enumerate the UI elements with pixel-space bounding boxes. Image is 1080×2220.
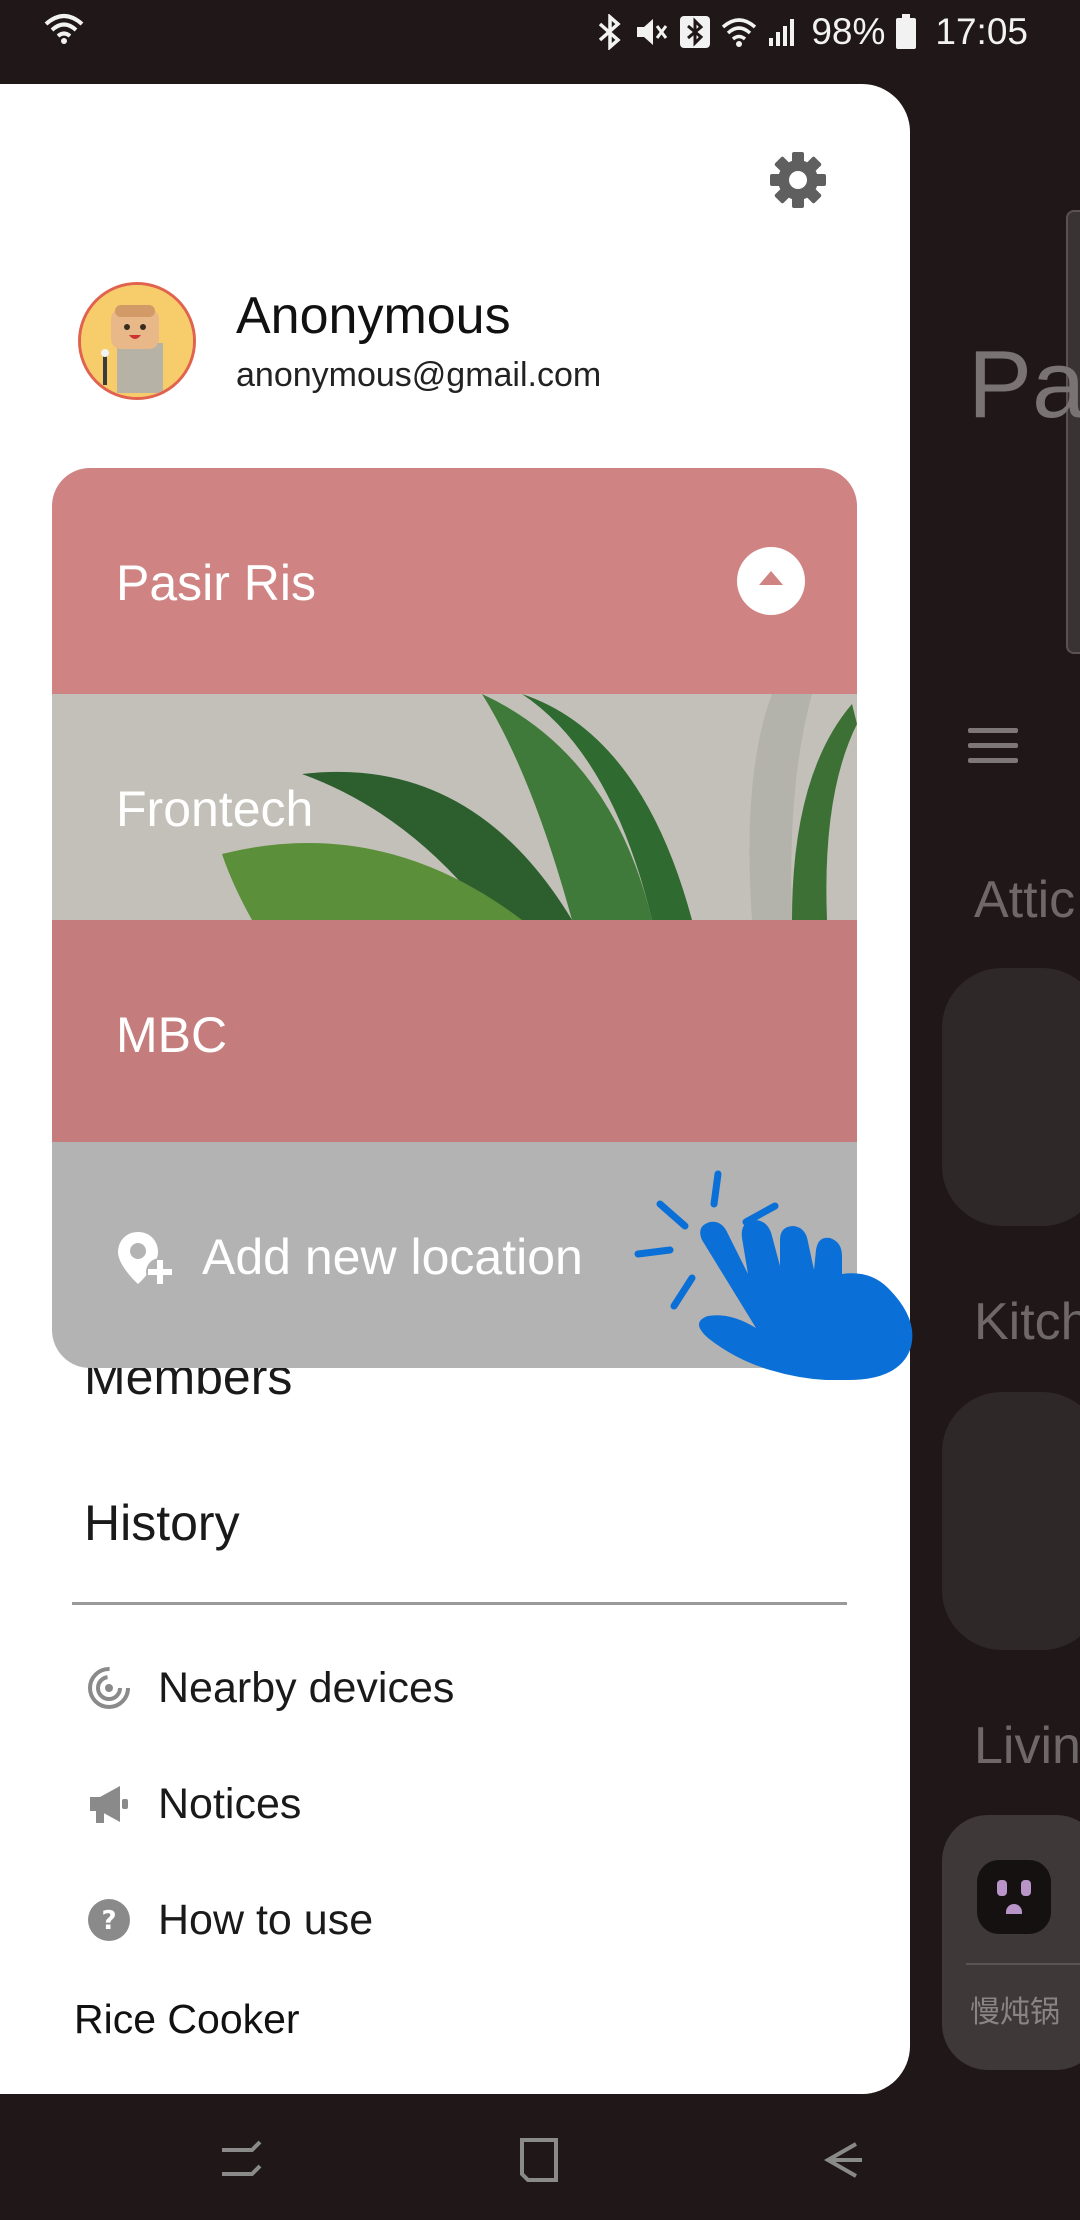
user-email: anonymous@gmail.com (236, 356, 602, 394)
wifi-signal-icon (722, 18, 757, 47)
battery-icon (896, 14, 917, 49)
background-section-kitchen: Kitch (974, 1293, 1080, 1351)
add-location-icon (118, 1232, 174, 1286)
toast-character-icon (81, 285, 193, 397)
rice-cooker-label[interactable]: Rice Cooker (74, 1996, 300, 2043)
add-new-location-label: Add new location (202, 1229, 583, 1285)
home-icon[interactable] (510, 2130, 570, 2190)
avatar[interactable] (78, 282, 196, 400)
megaphone-icon (90, 1786, 128, 1823)
navigation-bar (0, 2094, 1080, 2220)
mute-icon (637, 19, 668, 45)
menu-item-notices[interactable]: Notices (86, 1774, 301, 1834)
collapse-button[interactable] (737, 547, 805, 615)
help-icon: ? (88, 1899, 130, 1941)
plug-icon (977, 1860, 1051, 1934)
background-room-card[interactable] (942, 968, 1080, 1226)
background-section-living: Livin (974, 1717, 1080, 1775)
menu-item-nearby-devices[interactable]: Nearby devices (86, 1658, 454, 1718)
background-device-card[interactable]: 慢炖锅 (942, 1815, 1080, 2070)
background-room-card[interactable] (942, 1392, 1080, 1650)
menu-item-history[interactable]: History (84, 1494, 240, 1552)
location-item-frontech[interactable]: Frontech (52, 694, 857, 920)
background-menu-icon[interactable] (968, 728, 1018, 773)
clock: 17:05 (935, 11, 1028, 52)
location-current-label: Pasir Ris (116, 555, 317, 611)
recent-apps-icon[interactable] (210, 2130, 270, 2190)
bluetooth-box-icon (680, 16, 711, 48)
background-device-name: 慢炖锅 (970, 1996, 1060, 2029)
cell-signal-icon (769, 19, 795, 46)
location-label-mbc: MBC (116, 1007, 228, 1063)
menu-divider (72, 1602, 847, 1605)
battery-percent: 98% (811, 11, 886, 52)
location-current[interactable]: Pasir Ris (52, 468, 857, 694)
how-to-use-label: How to use (158, 1895, 374, 1944)
background-section-attic: Attic (974, 871, 1076, 929)
navigation-drawer: Anonymous anonymous@gmail.com Members Hi… (0, 84, 910, 2094)
menu-item-how-to-use[interactable]: ? How to use (86, 1890, 373, 1950)
svg-text:?: ? (101, 1906, 116, 1936)
back-icon[interactable] (812, 2130, 872, 2190)
gear-icon[interactable] (764, 146, 832, 214)
status-bar: 98% 17:05 (0, 0, 1080, 64)
card-divider (966, 1963, 1080, 1965)
location-item-mbc[interactable]: MBC (52, 920, 857, 1146)
background-title: Pa (968, 331, 1080, 438)
user-name: Anonymous (236, 287, 511, 345)
location-label-frontech: Frontech (116, 781, 314, 837)
nearby-devices-label: Nearby devices (158, 1663, 455, 1712)
nearby-devices-icon (88, 1667, 130, 1709)
bluetooth-icon (599, 14, 621, 50)
wifi-icon (44, 14, 84, 44)
tap-hand-icon (634, 1170, 913, 1380)
notices-label: Notices (158, 1779, 302, 1828)
